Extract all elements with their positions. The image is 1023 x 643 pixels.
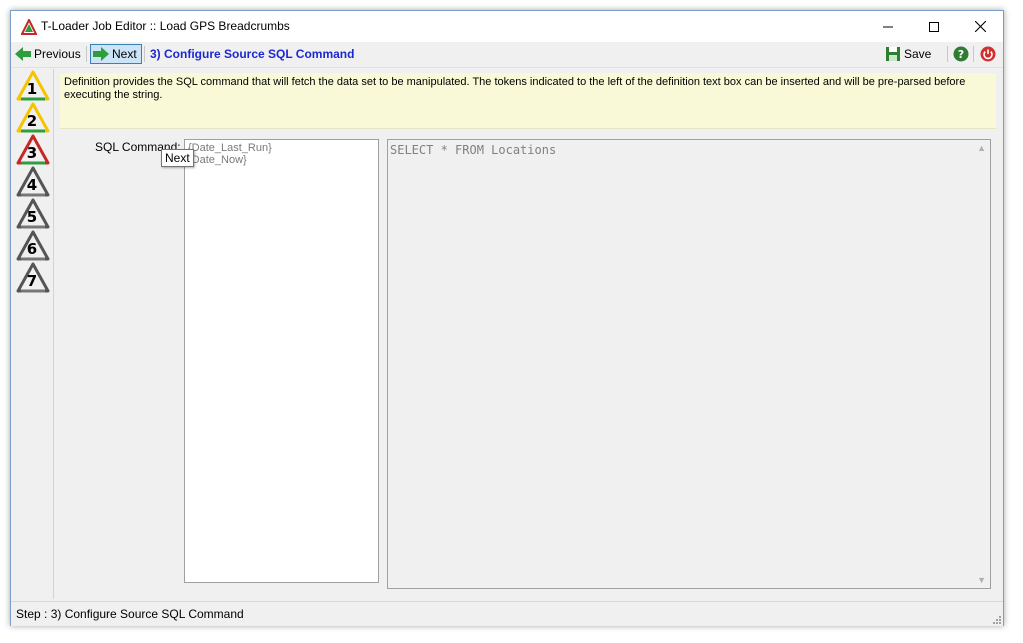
sql-command-text: SELECT * FROM Locations — [390, 143, 557, 157]
power-icon — [980, 46, 996, 62]
step-number: 6 — [27, 240, 37, 258]
step-5-icon[interactable]: 5 — [16, 198, 50, 229]
floppy-disk-icon — [886, 47, 900, 61]
window-title: T-Loader Job Editor :: Load GPS Breadcru… — [41, 19, 290, 33]
title-bar[interactable]: T-Loader Job Editor :: Load GPS Breadcru… — [11, 11, 1003, 42]
token-item[interactable]: {Date_Now} — [188, 154, 375, 166]
help-icon: ? — [953, 46, 969, 62]
step-4-icon[interactable]: 4 — [16, 166, 50, 197]
close-button[interactable] — [957, 11, 1003, 42]
step-number: 3 — [27, 144, 37, 162]
svg-text:?: ? — [958, 48, 964, 61]
save-label: Save — [904, 47, 932, 61]
maximize-icon — [929, 21, 939, 32]
status-bar: Step : 3) Configure Source SQL Command — [11, 601, 1003, 626]
step-number: 4 — [27, 176, 37, 194]
step-number: 5 — [27, 208, 37, 226]
scroll-down-icon[interactable]: ▼ — [977, 575, 986, 585]
step-3-icon[interactable]: 3 — [16, 134, 50, 165]
toolbar: Previous Next 3) Configure Source SQL Co… — [11, 42, 1003, 68]
next-label: Next — [112, 47, 137, 61]
info-panel: Definition provides the SQL command that… — [60, 73, 996, 129]
minimize-icon — [883, 26, 893, 27]
arrow-right-icon — [93, 47, 109, 61]
step-content: Definition provides the SQL command that… — [55, 69, 1001, 599]
scroll-up-icon[interactable]: ▲ — [977, 143, 986, 153]
step-7-icon[interactable]: 7 — [16, 262, 50, 293]
previous-button[interactable]: Previous — [15, 44, 81, 64]
next-tooltip: Next — [161, 149, 194, 167]
previous-label: Previous — [34, 47, 81, 61]
toolbar-separator — [973, 46, 974, 62]
main-window: T-Loader Job Editor :: Load GPS Breadcru… — [10, 10, 1004, 626]
arrow-left-icon — [15, 47, 31, 61]
exit-button[interactable] — [980, 44, 996, 64]
step-number: 1 — [27, 80, 37, 98]
maximize-button[interactable] — [911, 11, 957, 42]
toolbar-separator — [144, 46, 145, 62]
next-button[interactable]: Next — [90, 44, 142, 64]
status-text: Step : 3) Configure Source SQL Command — [16, 607, 244, 621]
sql-command-editor[interactable]: SELECT * FROM Locations ▲ ▼ — [387, 139, 991, 589]
save-button[interactable]: Save — [885, 44, 931, 64]
step-6-icon[interactable]: 6 — [16, 230, 50, 261]
token-list[interactable]: {Date_Last_Run} {Date_Now} — [184, 139, 379, 583]
toolbar-separator — [86, 46, 87, 62]
minimize-button[interactable] — [865, 11, 911, 42]
step-number: 2 — [27, 112, 37, 130]
token-item[interactable]: {Date_Last_Run} — [188, 142, 375, 154]
step-2-icon[interactable]: 2 — [16, 102, 50, 133]
close-icon — [974, 21, 986, 32]
step-1-icon[interactable]: 1 — [16, 70, 50, 101]
toolbar-separator — [947, 46, 948, 62]
step-title: 3) Configure Source SQL Command — [150, 47, 355, 61]
step-navigator: 1 2 3 4 5 6 7 — [13, 69, 54, 599]
step-number: 7 — [27, 272, 37, 290]
resize-grip-icon[interactable] — [991, 614, 1001, 624]
help-button[interactable]: ? — [953, 44, 969, 64]
step-icons: 1 2 3 4 5 6 7 — [16, 70, 50, 293]
app-logo-icon — [21, 19, 37, 35]
